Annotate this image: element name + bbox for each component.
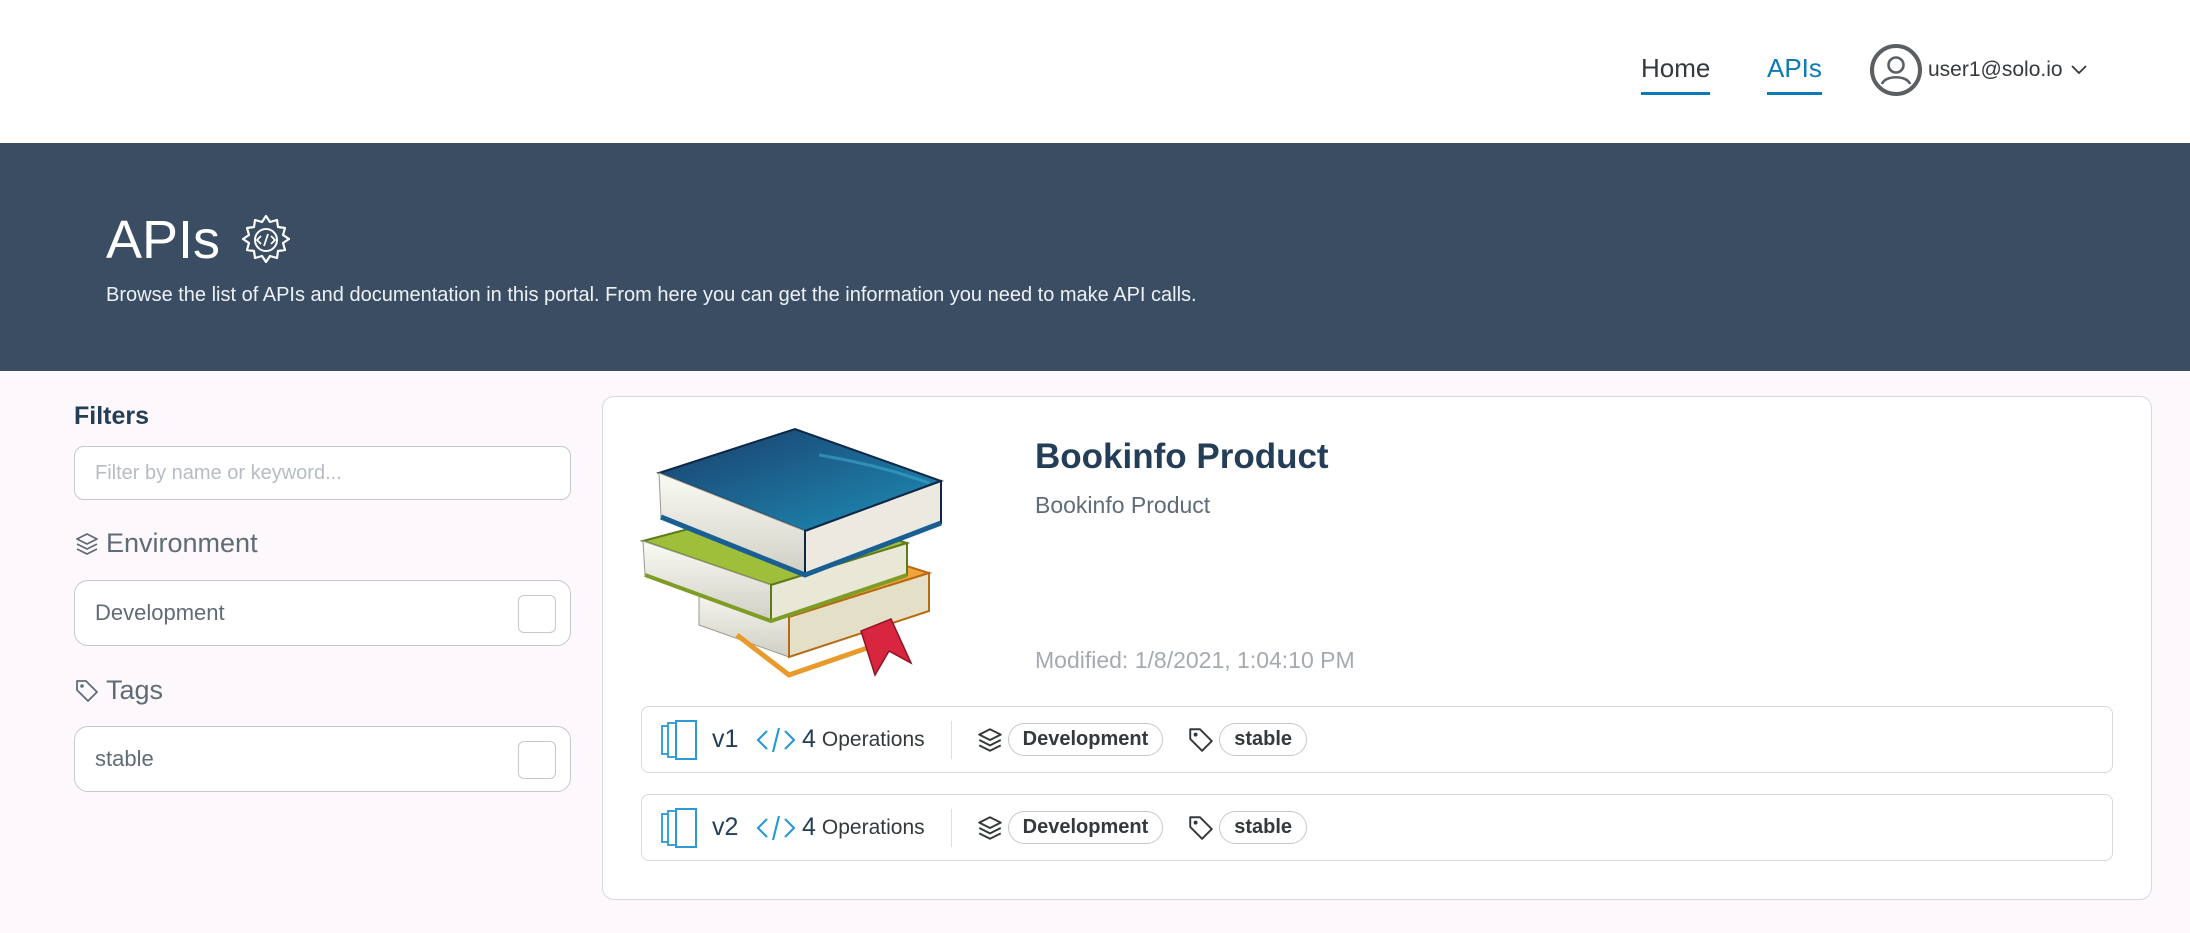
tags-label: Tags <box>106 675 164 705</box>
environment-icon <box>977 727 1002 752</box>
api-description: Bookinfo Product <box>1035 492 1211 518</box>
page-header-banner: APIs Browse the list of APIs and documen… <box>0 143 2190 371</box>
api-gear-icon <box>241 214 291 264</box>
environment-option-label: Development <box>95 600 225 625</box>
operations-label: Operations <box>821 815 925 839</box>
api-version-icon <box>661 807 697 848</box>
tag-icon <box>1189 727 1213 752</box>
api-title: Bookinfo Product <box>1035 437 1329 476</box>
tags-section-header: Tags <box>74 675 163 706</box>
divider <box>950 808 952 847</box>
environment-filter-development[interactable]: Development <box>74 580 571 646</box>
environment-section-header: Environment <box>74 528 258 559</box>
tag-icon <box>76 679 98 702</box>
filters-title: Filters <box>74 402 150 430</box>
operations-label: Operations <box>821 727 925 751</box>
tag-checkbox[interactable] <box>518 741 556 779</box>
tag-option-label: stable <box>95 746 154 771</box>
operation-count: 4 <box>802 813 816 841</box>
api-version-icon <box>661 719 697 760</box>
filter-search-input[interactable] <box>74 446 571 500</box>
environment-icon <box>977 815 1002 840</box>
user-email: user1@solo.io <box>1928 58 2063 81</box>
nav-apis-link[interactable]: APIs <box>1767 50 1822 95</box>
user-menu[interactable]: user1@solo.io <box>1870 44 2087 96</box>
page-title: APIs <box>106 210 221 270</box>
chevron-down-icon <box>2070 65 2087 75</box>
environment-icon <box>76 532 98 555</box>
api-version-row[interactable]: v1 4 Operations Development stable <box>641 706 2113 773</box>
api-modified-date: Modified: 1/8/2021, 1:04:10 PM <box>1035 647 1355 673</box>
api-card[interactable]: Bookinfo Product Bookinfo Product Modifi… <box>602 396 2152 900</box>
code-icon <box>756 727 796 752</box>
environment-badge: Development <box>1007 723 1164 756</box>
page-description: Browse the list of APIs and documentatio… <box>106 284 1197 306</box>
books-icon <box>639 427 944 678</box>
api-version-row[interactable]: v2 4 Operations Development stable <box>641 794 2113 861</box>
code-icon <box>756 815 796 840</box>
tag-icon <box>1189 815 1213 840</box>
tag-badge: stable <box>1219 811 1308 844</box>
version-name: v2 <box>712 813 739 841</box>
top-navigation: Home APIs user1@solo.io <box>0 0 2190 143</box>
environment-label: Environment <box>106 528 258 558</box>
environment-checkbox[interactable] <box>518 595 556 633</box>
tag-badge: stable <box>1219 723 1308 756</box>
filters-panel: Filters Environment Development Tags sta… <box>74 400 571 792</box>
environment-badge: Development <box>1007 811 1164 844</box>
version-name: v1 <box>712 725 739 753</box>
tag-filter-stable[interactable]: stable <box>74 726 571 792</box>
user-avatar-icon <box>1870 44 1922 96</box>
nav-home-link[interactable]: Home <box>1641 50 1711 95</box>
operation-count: 4 <box>802 725 816 753</box>
divider <box>950 720 952 759</box>
